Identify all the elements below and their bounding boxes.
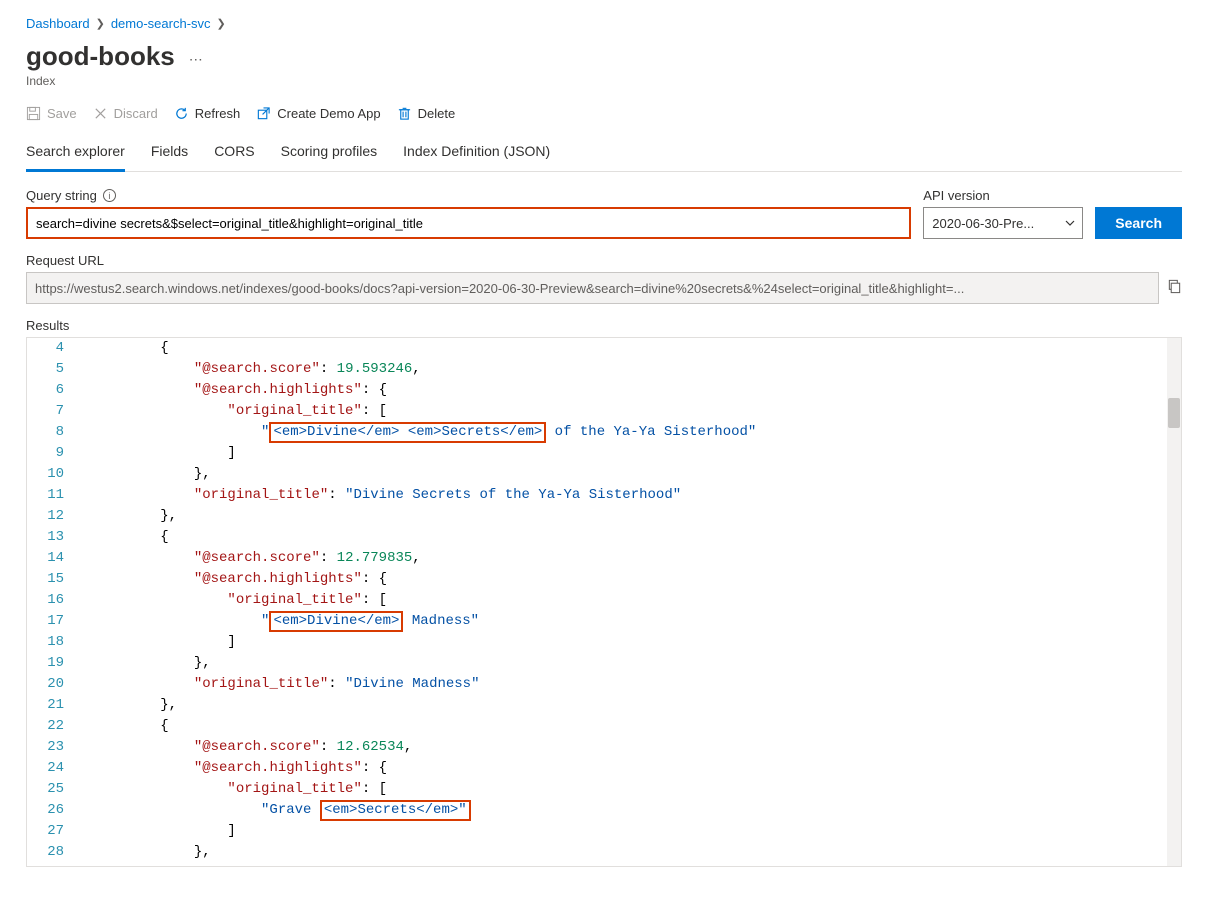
- tab-cors[interactable]: CORS: [214, 135, 254, 171]
- code-line: "original_title": "Divine Madness": [93, 674, 1181, 695]
- create-demo-button[interactable]: Create Demo App: [256, 106, 380, 121]
- glyph-margin: [75, 338, 93, 866]
- code-line: "original_title": "Divine Secrets of the…: [93, 485, 1181, 506]
- tab-scoring-profiles[interactable]: Scoring profiles: [281, 135, 378, 171]
- code-body[interactable]: { "@search.score": 19.593246, "@search.h…: [93, 338, 1181, 866]
- tab-bar: Search explorer Fields CORS Scoring profile…: [26, 135, 1182, 172]
- code-line: "Grave <em>Secrets</em>": [93, 800, 1181, 821]
- chevron-right-icon: ❯: [217, 17, 226, 30]
- request-url-display: https://westus2.search.windows.net/index…: [26, 272, 1159, 304]
- code-line: },: [93, 506, 1181, 527]
- command-bar: Save Discard Refresh Create Demo App Del…: [26, 106, 1182, 131]
- save-button[interactable]: Save: [26, 106, 77, 121]
- search-button[interactable]: Search: [1095, 207, 1182, 239]
- code-line: {: [93, 338, 1181, 359]
- copy-icon: [1167, 279, 1182, 294]
- scrollbar[interactable]: [1167, 338, 1181, 866]
- open-external-icon: [256, 106, 271, 121]
- query-label: Query string: [26, 188, 97, 203]
- code-line: "@search.highlights": {: [93, 758, 1181, 779]
- code-line: },: [93, 842, 1181, 863]
- code-line: ]: [93, 821, 1181, 842]
- close-icon: [93, 106, 108, 121]
- trash-icon: [397, 106, 412, 121]
- code-line: ]: [93, 443, 1181, 464]
- code-line: {: [93, 527, 1181, 548]
- results-label: Results: [26, 318, 1182, 333]
- save-icon: [26, 106, 41, 121]
- code-line: "@search.score": 19.593246,: [93, 359, 1181, 380]
- code-line: "<em>Divine</em> <em>Secrets</em> of the…: [93, 422, 1181, 443]
- code-line: },: [93, 653, 1181, 674]
- delete-button[interactable]: Delete: [397, 106, 456, 121]
- refresh-icon: [174, 106, 189, 121]
- tab-search-explorer[interactable]: Search explorer: [26, 135, 125, 172]
- code-line: "original_title": [: [93, 779, 1181, 800]
- code-line: "<em>Divine</em> Madness": [93, 611, 1181, 632]
- results-editor[interactable]: 4567891011121314151617181920212223242526…: [26, 337, 1182, 867]
- discard-button[interactable]: Discard: [93, 106, 158, 121]
- page-subtitle: Index: [26, 74, 1182, 88]
- code-line: ]: [93, 632, 1181, 653]
- code-line: "original_title": [: [93, 401, 1181, 422]
- request-url-label: Request URL: [26, 253, 104, 268]
- refresh-button[interactable]: Refresh: [174, 106, 241, 121]
- page-title: good-books: [26, 41, 175, 72]
- copy-button[interactable]: [1167, 279, 1182, 297]
- chevron-right-icon: ❯: [96, 17, 105, 30]
- breadcrumb-dashboard[interactable]: Dashboard: [26, 16, 90, 31]
- chevron-down-icon: [1064, 217, 1076, 229]
- tab-index-definition-json-[interactable]: Index Definition (JSON): [403, 135, 550, 171]
- api-version-label: API version: [923, 188, 989, 203]
- breadcrumb: Dashboard ❯ demo-search-svc ❯: [26, 10, 1182, 37]
- scrollbar-thumb[interactable]: [1168, 398, 1180, 428]
- code-line: },: [93, 695, 1181, 716]
- code-line: "@search.score": 12.62534,: [93, 737, 1181, 758]
- code-line: },: [93, 464, 1181, 485]
- code-line: "@search.highlights": {: [93, 569, 1181, 590]
- code-line: "original_title": [: [93, 590, 1181, 611]
- code-line: {: [93, 716, 1181, 737]
- line-number-gutter: 4567891011121314151617181920212223242526…: [27, 338, 75, 866]
- code-line: "@search.score": 12.779835,: [93, 548, 1181, 569]
- info-icon[interactable]: i: [103, 189, 116, 202]
- code-line: "@search.highlights": {: [93, 380, 1181, 401]
- api-version-select[interactable]: 2020-06-30-Pre...: [923, 207, 1083, 239]
- breadcrumb-service[interactable]: demo-search-svc: [111, 16, 211, 31]
- more-menu-icon[interactable]: ⋯: [189, 51, 204, 68]
- tab-fields[interactable]: Fields: [151, 135, 188, 171]
- query-string-input[interactable]: [26, 207, 911, 239]
